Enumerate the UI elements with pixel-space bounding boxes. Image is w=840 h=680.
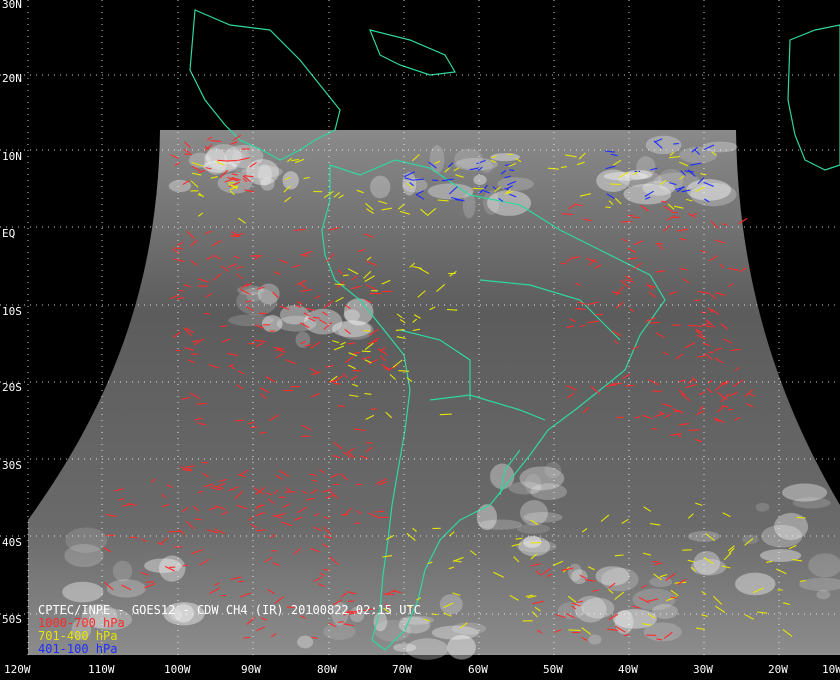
cloud-patch <box>792 497 831 509</box>
cloud-patch <box>690 558 727 576</box>
wind-vector <box>560 262 567 265</box>
cloud-patch <box>478 519 523 530</box>
wind-vector <box>194 518 202 521</box>
cloud-patch <box>595 566 630 586</box>
cloud-patch <box>112 560 133 582</box>
cloud-patch <box>202 160 237 173</box>
wind-vector <box>560 166 567 168</box>
lon-label: 30W <box>693 663 713 676</box>
wind-vector <box>568 629 581 631</box>
wind-vector <box>799 580 806 582</box>
cloud-patch <box>816 589 831 600</box>
lon-label: 20W <box>768 663 788 676</box>
cloud-patch <box>516 523 550 534</box>
wind-vector <box>694 299 701 302</box>
cloud-patch <box>64 544 104 568</box>
wind-vector <box>284 491 296 493</box>
lat-label: 30S <box>2 459 22 472</box>
cloud-patch <box>473 174 487 185</box>
cloud-patch <box>596 169 630 192</box>
wind-vector <box>688 324 700 327</box>
wind-vector <box>446 308 458 311</box>
wind-vector <box>184 153 193 156</box>
wind-vector <box>561 213 574 215</box>
wind-vector <box>271 549 277 552</box>
wind-vector <box>472 187 485 190</box>
cloud-patch <box>62 581 104 603</box>
lon-label: 10W <box>822 663 840 676</box>
wind-vector <box>649 321 660 324</box>
cloud-patch <box>257 283 280 305</box>
cloud-patch <box>144 558 182 573</box>
wind-vector <box>178 289 184 292</box>
wind-vector <box>258 312 268 315</box>
cloud-patch <box>237 285 264 296</box>
wind-vector <box>228 181 236 184</box>
wind-vector <box>235 419 245 422</box>
wind-vector <box>796 516 806 519</box>
wind-vector <box>673 216 680 219</box>
legend-high-level: 401-100 hPa <box>38 642 118 656</box>
wind-vector <box>688 429 700 431</box>
wind-vector <box>439 413 452 416</box>
cloud-patch <box>508 481 542 495</box>
cloud-patch <box>581 597 615 619</box>
lon-label: 80W <box>317 663 337 676</box>
cloud-patch <box>518 536 551 557</box>
wind-vector <box>398 370 410 372</box>
wind-vector <box>250 426 258 429</box>
lon-label: 100W <box>164 663 191 676</box>
cloud-patch <box>260 177 275 191</box>
wind-vector <box>220 325 227 327</box>
lat-label: 40S <box>2 536 22 549</box>
latitude-labels: 30N 20N 10N EQ 10S 20S 30S 40S 50S <box>2 0 22 626</box>
wind-vector <box>708 351 714 354</box>
satellite-wind-map: 30N 20N 10N EQ 10S 20S 30S 40S 50S 120W … <box>0 0 840 676</box>
wind-vector <box>352 369 362 372</box>
cloud-patch <box>497 177 534 191</box>
lon-label: 120W <box>4 663 31 676</box>
cloud-patch <box>645 135 682 155</box>
wind-vector <box>210 140 222 142</box>
cloud-patch <box>370 175 391 199</box>
lat-label: 20S <box>2 381 22 394</box>
lon-label: 50W <box>543 663 563 676</box>
cloud-patch <box>588 634 602 645</box>
wind-vector <box>168 530 180 533</box>
cloud-patch <box>282 171 299 190</box>
wind-vector <box>605 206 611 209</box>
lon-label: 60W <box>468 663 488 676</box>
wind-vector <box>343 274 349 277</box>
cloud-patch <box>523 512 563 523</box>
lon-label: 110W <box>88 663 115 676</box>
lat-label: 10N <box>2 150 22 163</box>
lat-label: 20N <box>2 72 22 85</box>
wind-vector <box>259 431 267 434</box>
lat-label: 30N <box>2 0 22 11</box>
wind-vector <box>337 405 345 407</box>
cloud-patch <box>568 563 583 582</box>
lon-label: 40W <box>618 663 638 676</box>
cloud-patch <box>755 502 770 512</box>
map-caption: CPTEC/INPE - GOES12 - CDW CH4 (IR) 20100… <box>38 604 421 656</box>
cloud-patch <box>702 141 738 153</box>
lat-label: EQ <box>2 227 15 240</box>
longitude-labels: 120W 110W 100W 90W 80W 70W 60W 50W 40W 3… <box>4 663 840 676</box>
lon-label: 70W <box>392 663 412 676</box>
cloud-patch <box>686 179 732 201</box>
wind-vector <box>347 600 355 602</box>
lat-label: 50S <box>2 613 22 626</box>
cloud-patch <box>774 512 809 541</box>
wind-vector <box>632 216 641 219</box>
cloud-patch <box>106 579 146 598</box>
lon-label: 90W <box>241 663 261 676</box>
lat-label: 10S <box>2 305 22 318</box>
cloud-patch <box>447 634 476 660</box>
cloud-patch <box>544 462 562 479</box>
cloud-patch <box>451 622 487 635</box>
